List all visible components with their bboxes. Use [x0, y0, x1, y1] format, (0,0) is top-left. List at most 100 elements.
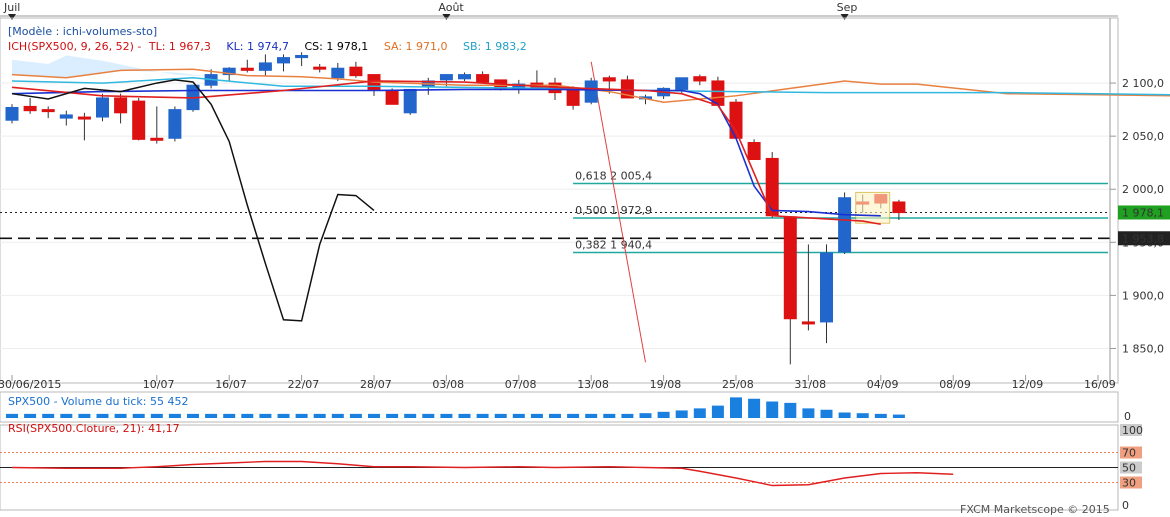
- price-tick-label: 1 850,0: [1122, 342, 1164, 355]
- fib-level-label: 0,500 1 972,9: [575, 204, 652, 217]
- volume-bar: [675, 410, 688, 418]
- date-tick-label: 07/08: [505, 378, 537, 391]
- volume-bar: [621, 413, 634, 418]
- kl-value: KL: 1 974,7: [226, 40, 289, 53]
- candle-body: [675, 77, 689, 90]
- date-tick-label: 28/07: [360, 378, 392, 391]
- candle-body: [77, 116, 91, 120]
- candle-body: [439, 74, 453, 81]
- candle-body: [820, 252, 833, 323]
- date-tick-label: 08/09: [939, 378, 971, 391]
- indicator-lines: [11, 68, 1170, 322]
- volume-bar: [567, 413, 580, 418]
- volume-bar: [331, 413, 344, 418]
- candle-body: [838, 197, 852, 253]
- candle-body: [23, 105, 37, 112]
- volume-bar: [440, 413, 453, 418]
- candle-body: [114, 97, 128, 114]
- rsi-panel: 100 70 50 30 0: [0, 424, 1143, 512]
- volume-bar: [259, 413, 272, 418]
- tl-value: TL: 1 967,3: [148, 40, 211, 53]
- candle-body: [584, 80, 598, 103]
- ich-label: ICH(SPX500, 9, 26, 52) -: [8, 40, 145, 53]
- candle-body: [566, 90, 580, 106]
- candle-body: [295, 54, 309, 59]
- current-price-badge-text: 1 978,1: [1122, 206, 1164, 219]
- volume-bar: [168, 413, 181, 418]
- volume-bar: [313, 413, 326, 418]
- candle-body: [693, 76, 707, 82]
- volume-bar: [476, 413, 489, 418]
- month-label: Juil: [3, 1, 20, 14]
- rsi-label: RSI(SPX500.Cloture, 21): 41,17: [8, 422, 180, 435]
- candlestick-chart: Juil Août Sep 0,618 2 005,40,500 1 972,90,…: [0, 1, 1170, 516]
- date-tick-label: 16/09: [1084, 378, 1116, 391]
- date-tick-label: 19/08: [650, 378, 682, 391]
- volume-bar: [223, 413, 236, 418]
- month-label: Août: [438, 1, 464, 14]
- candle-body: [892, 201, 906, 214]
- volume-bar: [277, 413, 290, 418]
- cs-value: CS: 1 978,1: [304, 40, 368, 53]
- volume-bar: [114, 413, 127, 418]
- volume-bar: [368, 413, 380, 418]
- watermark: FXCM Marketscope © 2015: [960, 503, 1110, 516]
- volume-bar: [802, 408, 815, 418]
- date-tick-label: 16/07: [215, 378, 247, 391]
- volume-bar: [78, 413, 91, 418]
- volume-bar: [295, 413, 308, 418]
- volume-bar: [132, 413, 145, 418]
- volume-bar: [494, 413, 507, 418]
- date-tick-label: 03/08: [432, 378, 464, 391]
- candle-body: [59, 114, 73, 119]
- candle-body: [313, 66, 327, 70]
- date-tick-label: 25/08: [722, 378, 754, 391]
- ichimoku-legend: ICH(SPX500, 9, 26, 52) - TL: 1 967,3 KL:…: [8, 40, 527, 53]
- candle-body: [41, 109, 55, 113]
- price-tick-label: 2 000,0: [1122, 183, 1164, 196]
- volume-bar: [187, 413, 199, 418]
- candle-body: [240, 67, 254, 71]
- volume-bar: [820, 409, 833, 418]
- volume-bar: [404, 413, 417, 418]
- dashed-level-badge-text: 1 953,8: [1122, 232, 1164, 245]
- volume-bar: [838, 412, 851, 418]
- date-tick-label: 12/09: [1012, 378, 1044, 391]
- fib-level-label: 0,382 1 940,4: [575, 238, 652, 251]
- date-tick-label: 22/07: [288, 378, 320, 391]
- candle-body: [476, 74, 490, 83]
- candle-body: [385, 90, 399, 105]
- candle-body: [331, 67, 345, 79]
- volume-bar: [603, 413, 616, 418]
- ichimoku-cloud: [12, 55, 212, 78]
- volume-bar: [386, 413, 399, 418]
- volume-bar: [639, 413, 652, 418]
- month-marker: [840, 14, 849, 20]
- date-tick-label: 30/06/2015: [0, 378, 61, 391]
- rsi-tick-label: 70: [1122, 447, 1136, 460]
- volume-bar: [892, 414, 905, 418]
- candle-body: [747, 142, 761, 161]
- volume-bar: [784, 402, 797, 418]
- candle-body: [349, 66, 363, 77]
- volume-bar: [730, 397, 742, 418]
- date-tick-label: 13/08: [577, 378, 609, 391]
- volume-axis-label: 0: [1124, 410, 1131, 423]
- volume-bar: [241, 413, 254, 418]
- cloud-area: [12, 55, 212, 78]
- candle-body: [5, 106, 19, 121]
- rsi-tick-label: 30: [1122, 477, 1136, 490]
- sa-value: SA: 1 971,0: [384, 40, 448, 53]
- volume-bar: [96, 413, 109, 418]
- rsi-tick-label: 0: [1122, 499, 1129, 512]
- volume-bar: [748, 398, 761, 418]
- volume-bar: [422, 413, 435, 418]
- month-marker: [442, 14, 451, 20]
- rsi-line: [11, 460, 954, 487]
- candle-body: [96, 97, 109, 118]
- volume-bar: [42, 413, 55, 418]
- price-axis: 2 100,02 050,02 000,01 950,01 900,01 850…: [1109, 18, 1170, 383]
- volume-bar: [6, 413, 18, 418]
- candle-body: [132, 100, 146, 140]
- date-tick-label: 04/09: [867, 378, 899, 391]
